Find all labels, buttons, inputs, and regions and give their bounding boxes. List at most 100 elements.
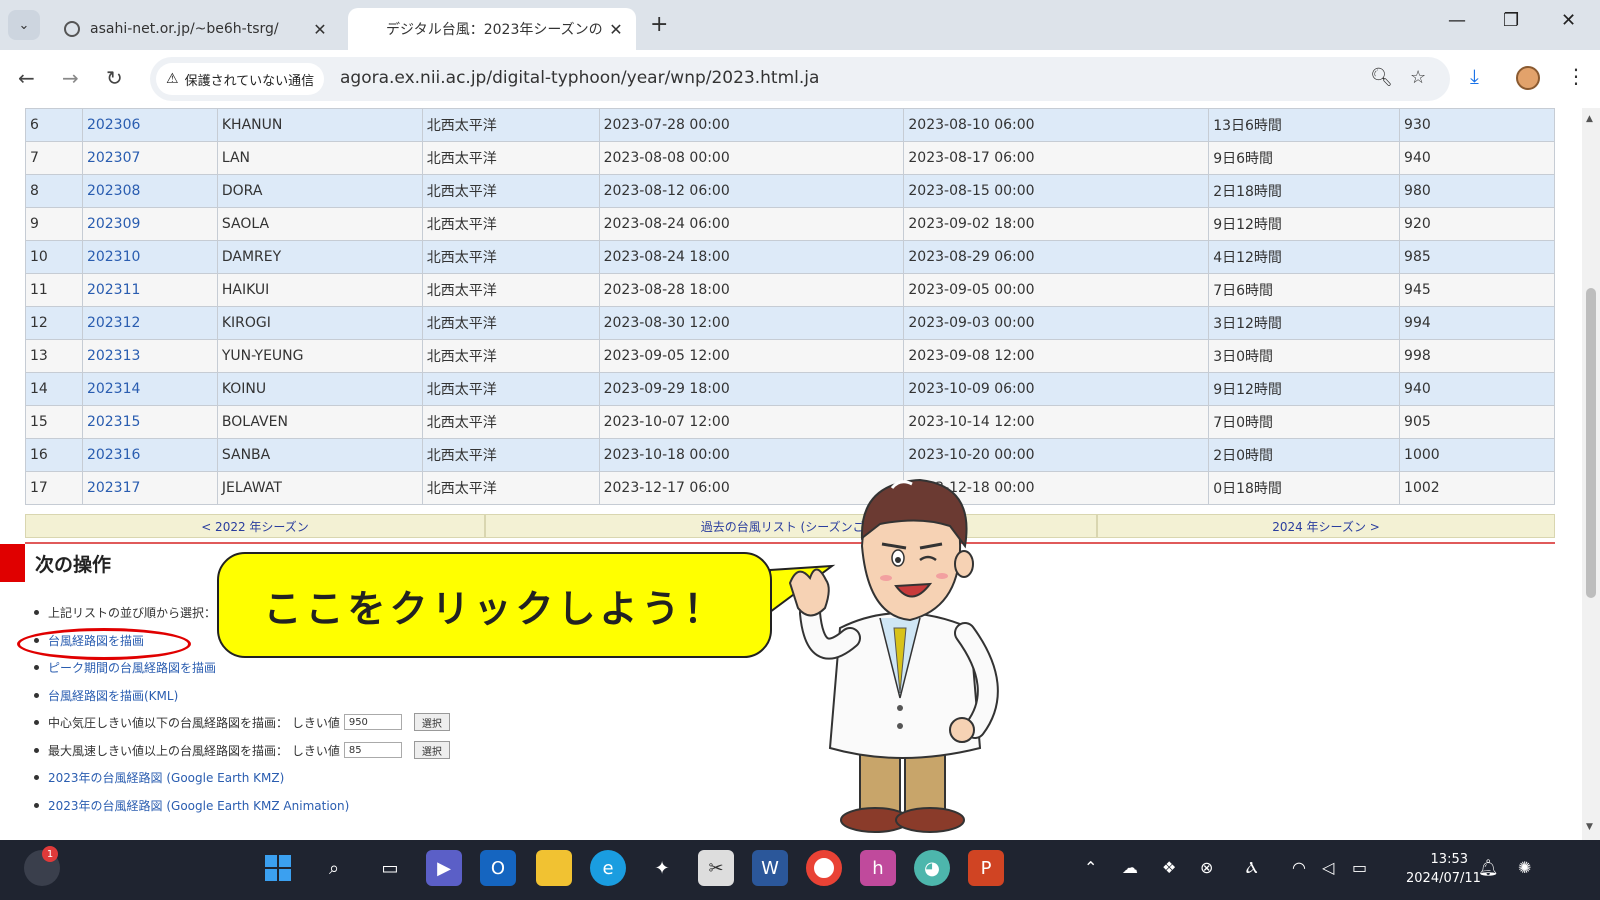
edge-icon[interactable]: e [590,850,626,886]
kmz-link[interactable]: 2023年の台風経路図 (Google Earth KMZ) [48,769,284,786]
typhoon-id-link[interactable]: 202308 [81,174,218,208]
typhoon-id-link[interactable]: 202313 [81,339,218,373]
close-tab-icon[interactable]: ✕ [308,20,332,39]
cartoon-doctor-illustration [788,478,999,833]
pressure-select-button[interactable]: 選択 [413,713,450,731]
typhoon-id-link[interactable]: 202306 [81,108,218,142]
file-explorer-icon[interactable] [536,850,572,886]
table-cell-duration: 2日0時間 [1208,438,1401,472]
close-window-icon[interactable]: ✕ [1561,10,1576,31]
table-cell-no: 16 [25,438,83,472]
scroll-thumb[interactable] [1586,288,1596,598]
volume-icon[interactable]: ◁ [1322,858,1334,877]
word-icon[interactable]: W [752,850,788,886]
wind-select-button[interactable]: 選択 [413,741,450,759]
battery-icon[interactable]: ▭ [1352,858,1367,877]
new-tab-button[interactable]: + [650,12,668,37]
table-cell-end: 2023-10-20 00:00 [903,438,1210,472]
table-row: 12 202312 KIROGI 北西太平洋 2023-08-30 12:00 2023-… [25,306,1555,340]
typhoon-id-link[interactable]: 202316 [81,438,218,472]
table-cell-pressure: 980 [1399,174,1555,208]
outlook-icon[interactable]: O [480,850,516,886]
forward-arrow-icon[interactable]: → [62,66,79,90]
security-chip[interactable]: ⚠ 保護されていない通信 [156,63,325,95]
adobe-icon[interactable]: Ⲁ [1246,858,1258,878]
table-cell-basin: 北西太平洋 [421,240,600,274]
bookmark-star-icon[interactable]: ☆ [1410,67,1426,88]
tab-strip: ⌄ asahi-net.or.jp/~be6h-tsrg/ ✕ デジタル台風：2… [0,0,1600,50]
page-scrollbar[interactable]: ▲ ▼ [1582,108,1600,840]
app-icon[interactable]: ✦ [644,850,680,886]
table-cell-duration: 0日18時間 [1208,471,1401,505]
list-item: 2023年の台風経路図 (Google Earth KMZ) [34,767,734,787]
minimize-icon[interactable]: — [1448,10,1466,31]
table-cell-end: 2023-08-10 06:00 [903,108,1210,142]
wind-threshold-input[interactable]: 85 [343,742,402,758]
windows-start-icon[interactable] [260,850,296,886]
typhoon-id-link[interactable]: 202309 [81,207,218,241]
address-bar[interactable]: ⚠ 保護されていない通信 agora.ex.nii.ac.jp/digital-… [150,57,1450,101]
draw-peak-track-link[interactable]: ピーク期間の台風経路図を描画 [48,659,216,676]
typhoon-id-link[interactable]: 202314 [81,372,218,406]
table-cell-start: 2023-09-29 18:00 [598,372,905,406]
reload-icon[interactable]: ↻ [106,66,123,90]
teams-icon[interactable]: ▶ [426,850,462,886]
table-cell-end: 2023-09-03 00:00 [903,306,1210,340]
next-season-link[interactable]: 2024 年シーズン > [1097,514,1555,538]
table-cell-start: 2023-09-05 12:00 [598,339,905,373]
back-arrow-icon[interactable]: ← [18,66,35,90]
task-view-icon[interactable]: ▭ [372,850,408,886]
callout-bubble: ここをクリックしよう！ [217,552,772,658]
prev-season-link[interactable]: < 2022 年シーズン [25,514,485,538]
draw-track-kml-link[interactable]: 台風経路図を描画(KML) [48,687,178,704]
snipping-tool-icon[interactable]: ✂ [698,850,734,886]
powerpoint-icon[interactable]: P [968,850,1004,886]
dropbox-icon[interactable]: ❖ [1162,858,1176,877]
typhoon-id-link[interactable]: 202312 [81,306,218,340]
chrome-icon[interactable] [806,850,842,886]
menu-kebab-icon[interactable]: ⋮ [1566,64,1586,88]
download-icon[interactable]: ⤓ [1470,64,1479,88]
table-cell-duration: 2日18時間 [1208,174,1401,208]
kmz-animation-link[interactable]: 2023年の台風経路図 (Google Earth KMZ Animation) [48,797,349,814]
paint-icon[interactable]: ◕ [914,850,950,886]
table-cell-basin: 北西太平洋 [421,141,600,175]
tab-search-button[interactable]: ⌄ [8,10,40,40]
table-cell-name: DAMREY [216,240,423,274]
highlight-circle [17,628,191,660]
restore-icon[interactable]: ❐ [1503,10,1519,31]
table-cell-start: 2023-10-18 00:00 [598,438,905,472]
system-clock[interactable]: 13:53 2024/07/11 [1406,850,1481,888]
notification-bell-icon[interactable]: 🔔︎ [1478,858,1498,877]
pressure-threshold-input[interactable]: 950 [343,714,402,730]
typhoon-id-link[interactable]: 202317 [81,471,218,505]
table-cell-duration: 3日12時間 [1208,306,1401,340]
profile-avatar[interactable] [1516,66,1540,90]
typhoon-id-link[interactable]: 202315 [81,405,218,439]
table-cell-duration: 4日12時間 [1208,240,1401,274]
xbox-icon[interactable]: ⊗ [1200,858,1213,877]
search-icon[interactable]: ⌕ [316,850,352,886]
url-text[interactable]: agora.ex.nii.ac.jp/digital-typhoon/year/… [340,68,819,88]
tab-asahi[interactable]: asahi-net.or.jp/~be6h-tsrg/ ✕ [50,8,340,50]
table-cell-start: 2023-07-28 00:00 [598,108,905,142]
table-cell-pressure: 940 [1399,141,1555,175]
table-cell-basin: 北西太平洋 [421,339,600,373]
tab-digital-typhoon[interactable]: デジタル台風：2023年シーズンの台 ✕ [348,8,636,50]
notification-app-icon[interactable]: 1 [24,846,60,886]
onedrive-icon[interactable]: ☁ [1122,858,1138,877]
table-cell-pressure: 940 [1399,372,1555,406]
copilot-icon[interactable]: ✺ [1518,858,1531,877]
wifi-icon[interactable]: ◠ [1292,858,1306,877]
hpb-icon[interactable]: h [860,850,896,886]
scroll-down-icon[interactable]: ▼ [1586,822,1593,832]
scroll-up-icon[interactable]: ▲ [1586,114,1593,124]
chevron-up-icon[interactable]: ⌃ [1084,858,1097,877]
table-cell-pressure: 920 [1399,207,1555,241]
close-tab-icon[interactable]: ✕ [604,20,628,39]
table-cell-start: 2023-08-24 06:00 [598,207,905,241]
typhoon-id-link[interactable]: 202311 [81,273,218,307]
typhoon-id-link[interactable]: 202307 [81,141,218,175]
typhoon-id-link[interactable]: 202310 [81,240,218,274]
zoom-icon[interactable]: 🔍︎ [1370,67,1393,88]
